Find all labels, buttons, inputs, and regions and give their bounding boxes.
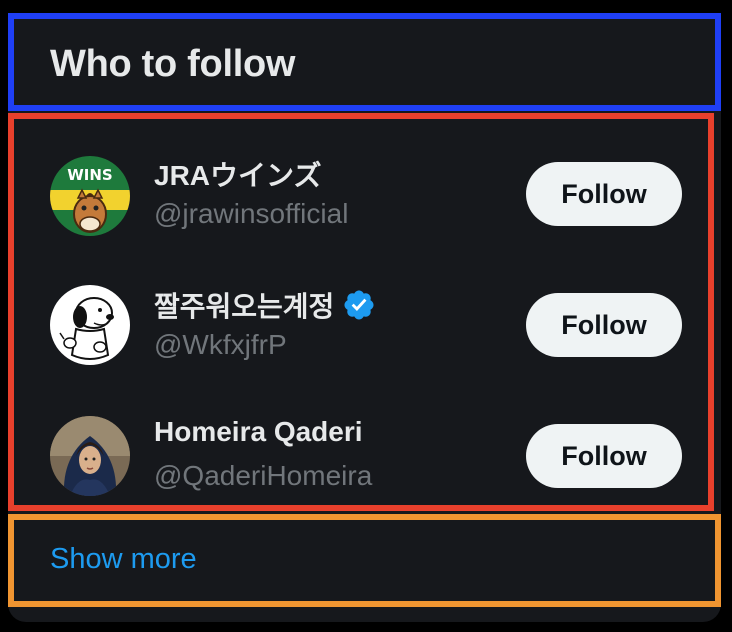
wins-logo-text: WINS: [67, 166, 112, 184]
show-more-link[interactable]: Show more: [50, 543, 197, 576]
panel-title: Who to follow: [50, 43, 296, 85]
account-row[interactable]: WINS JRAウインズ @jrawinsofficial Follow: [8, 128, 721, 258]
cartoon-dog-icon[interactable]: [50, 285, 130, 365]
profile-photo-icon[interactable]: [50, 416, 130, 496]
account-name[interactable]: Homeira Qaderi: [154, 416, 363, 448]
account-name-text[interactable]: 짤주워오는계정: [154, 285, 334, 325]
account-name[interactable]: 짤주워오는계정: [154, 285, 376, 325]
account-name-text[interactable]: JRAウインズ: [154, 154, 321, 194]
account-handle[interactable]: @QaderiHomeira: [154, 460, 372, 492]
follow-button[interactable]: Follow: [526, 162, 682, 226]
account-handle[interactable]: @WkfxjfrP: [154, 329, 287, 361]
account-handle[interactable]: @jrawinsofficial: [154, 198, 348, 230]
who-to-follow-panel: Who to follow WINS JRAウインズ @jrawinsoffic…: [8, 13, 721, 622]
account-name[interactable]: JRAウインズ: [154, 154, 321, 194]
horse-logo-icon[interactable]: WINS: [50, 156, 130, 236]
account-name-text[interactable]: Homeira Qaderi: [154, 416, 363, 448]
account-row[interactable]: Homeira Qaderi @QaderiHomeira Follow: [8, 390, 721, 520]
verified-badge-icon: [344, 290, 374, 320]
follow-button[interactable]: Follow: [526, 293, 682, 357]
follow-button[interactable]: Follow: [526, 424, 682, 488]
account-row[interactable]: 짤주워오는계정 @WkfxjfrP Follow: [8, 259, 721, 389]
